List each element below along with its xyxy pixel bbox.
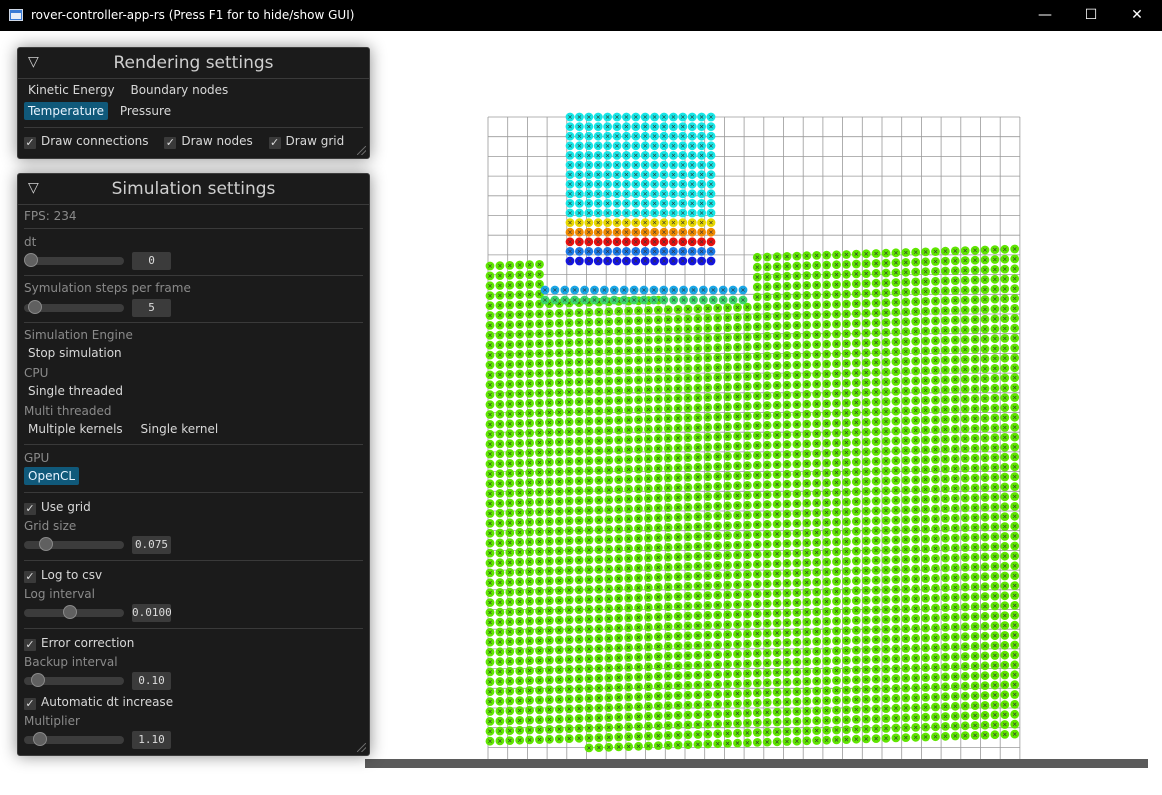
draw-connections-checkbox[interactable]: ✓: [24, 137, 36, 149]
multiplier-slider[interactable]: [24, 732, 124, 746]
opencl-button[interactable]: OpenCL: [24, 467, 80, 485]
use-grid-checkbox[interactable]: ✓: [24, 503, 36, 515]
cpu-label: CPU: [24, 366, 49, 380]
draw-grid-checkbox[interactable]: ✓: [268, 137, 281, 149]
single-threaded-button[interactable]: Single threaded: [24, 382, 127, 400]
draw-connections-label[interactable]: Draw connections: [41, 134, 149, 148]
log-interval-value[interactable]: 0.0100: [132, 604, 172, 622]
multiplier-label: Multiplier: [24, 714, 80, 728]
steps-slider-knob[interactable]: [28, 300, 43, 314]
ground-plane: [365, 759, 1148, 768]
dt-label: dt: [24, 235, 37, 249]
dt-value[interactable]: 0: [132, 252, 171, 270]
simulation-settings-header[interactable]: ▽ Simulation settings: [18, 174, 369, 205]
grid-size-label: Grid size: [24, 519, 77, 533]
panel-resize-handle[interactable]: [357, 743, 366, 752]
multiplier-slider-knob[interactable]: [32, 732, 47, 746]
draw-grid-label[interactable]: Draw grid: [286, 134, 345, 148]
log-to-csv-checkbox[interactable]: ✓: [24, 571, 36, 583]
log-interval-label: Log interval: [24, 587, 95, 601]
multi-threaded-label: Multi threaded: [24, 404, 112, 418]
mode-pressure[interactable]: Pressure: [116, 102, 175, 120]
auto-dt-label[interactable]: Automatic dt increase: [41, 695, 173, 709]
log-to-csv-label[interactable]: Log to csv: [41, 568, 102, 582]
mode-kinetic-energy[interactable]: Kinetic Energy: [24, 81, 119, 99]
use-grid-label[interactable]: Use grid: [41, 500, 91, 514]
backup-interval-slider[interactable]: [24, 673, 124, 687]
log-interval-slider[interactable]: [24, 605, 124, 619]
panel-resize-handle[interactable]: [357, 146, 366, 155]
steps-per-frame-value[interactable]: 5: [132, 299, 171, 317]
error-correction-label[interactable]: Error correction: [41, 636, 134, 650]
steps-per-frame-slider[interactable]: [24, 300, 124, 314]
multiplier-value[interactable]: 1.10: [132, 731, 171, 749]
dt-slider-knob[interactable]: [24, 253, 38, 267]
multiple-kernels-button[interactable]: Multiple kernels: [24, 420, 127, 438]
auto-dt-checkbox[interactable]: ✓: [24, 698, 36, 710]
rendering-settings-title: Rendering settings: [113, 53, 274, 73]
simulation-engine-label: Simulation Engine: [24, 328, 133, 342]
backup-interval-value[interactable]: 0.10: [132, 672, 171, 690]
steps-per-frame-label: Symulation steps per frame: [24, 281, 191, 295]
rendering-settings-header[interactable]: ▽ Rendering settings: [18, 48, 369, 79]
draw-nodes-checkbox[interactable]: ✓: [164, 137, 177, 149]
error-correction-checkbox[interactable]: ✓: [24, 639, 36, 651]
grid-size-value[interactable]: 0.075: [132, 536, 171, 554]
simulation-settings-panel[interactable]: ▽ Simulation settings FPS: 234 dt 0 Symu…: [17, 173, 370, 756]
log-interval-slider-knob[interactable]: [62, 605, 77, 619]
grid-size-slider[interactable]: [24, 537, 124, 551]
rendering-settings-panel[interactable]: ▽ Rendering settings Kinetic Energy Boun…: [17, 47, 370, 159]
mode-temperature[interactable]: Temperature: [24, 102, 109, 120]
gpu-label: GPU: [24, 451, 50, 465]
simulation-settings-title: Simulation settings: [111, 179, 276, 199]
fps-readout: FPS: 234: [24, 209, 77, 223]
grid-size-slider-knob[interactable]: [39, 537, 54, 551]
backup-interval-slider-knob[interactable]: [30, 673, 45, 687]
backup-interval-label: Backup interval: [24, 655, 118, 669]
single-kernel-button[interactable]: Single kernel: [137, 420, 223, 438]
dt-slider[interactable]: [24, 253, 124, 267]
mode-boundary-nodes[interactable]: Boundary nodes: [126, 81, 232, 99]
draw-nodes-label[interactable]: Draw nodes: [181, 134, 252, 148]
stop-simulation-button[interactable]: Stop simulation: [24, 344, 126, 362]
